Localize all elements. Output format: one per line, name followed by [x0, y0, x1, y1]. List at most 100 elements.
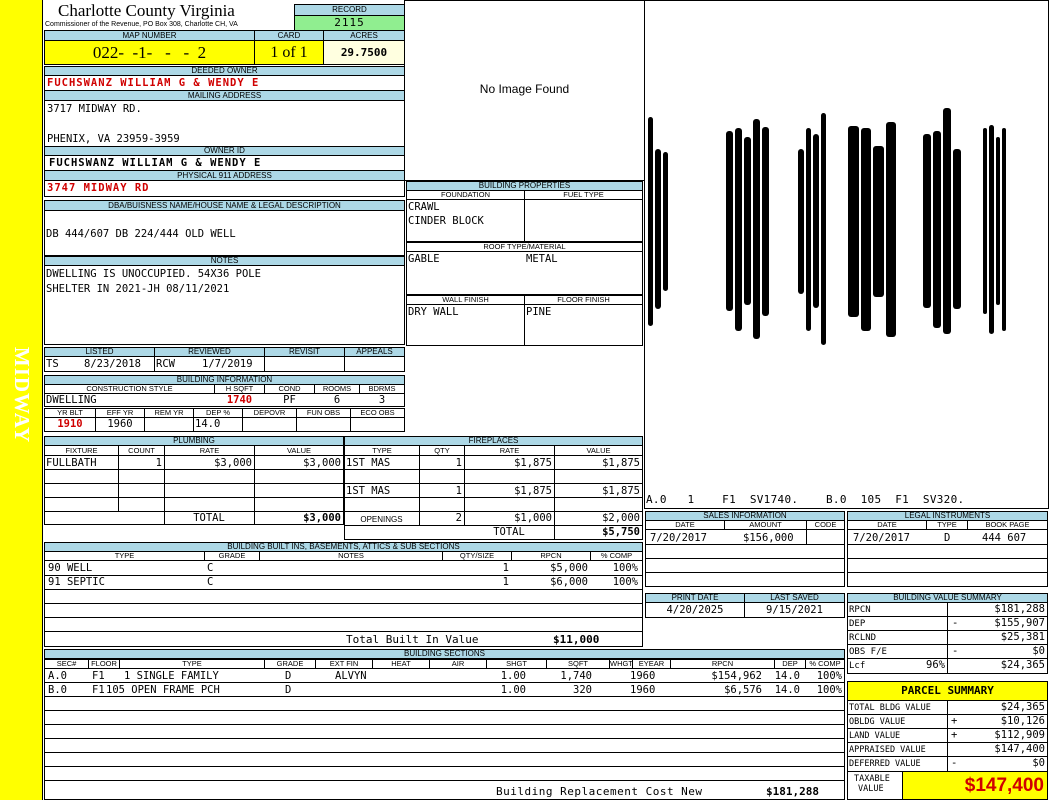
- bs-row1-comp: 100%: [816, 670, 842, 682]
- rooms-value: 6: [333, 394, 341, 406]
- vs-rclnd-value: $25,381: [1000, 631, 1045, 643]
- print-date-value: 4/20/2025: [666, 604, 724, 616]
- last-saved-value: 9/15/2021: [766, 604, 823, 616]
- bi-row2-grade: C: [207, 576, 214, 588]
- sketch-stroke: [735, 128, 742, 331]
- sketch-stroke: [923, 134, 931, 308]
- construction-style-value: DWELLING: [46, 394, 97, 406]
- sketch-stroke: [753, 119, 760, 339]
- bs-row-line: [44, 766, 845, 767]
- hsqft-value: 1740: [226, 394, 253, 406]
- ps-appraised-value: $147,400: [994, 743, 1045, 755]
- ps-land-label: LAND VALUE: [849, 731, 901, 741]
- legal-value: DB 444/607 DB 224/444 OLD WELL: [46, 228, 236, 240]
- vs-dep-value: $155,907: [994, 617, 1045, 629]
- vs-lcf-value: $24,365: [1000, 659, 1045, 671]
- map-number-value: 022- -1- - - 2: [44, 40, 255, 65]
- sketch-caption: A.0 1 F1 SV1740. B.0 105 F1 SV320.: [646, 493, 965, 506]
- bi-row1-rpcn: $5,000: [550, 562, 588, 574]
- fp-openings-qty: 2: [455, 512, 462, 524]
- li-type: D: [944, 532, 951, 544]
- bs-row2-sec: B.0: [48, 684, 67, 696]
- eff-yr-value: 1960: [107, 418, 133, 430]
- sketch-stroke: [798, 149, 804, 294]
- bi-row1-grade: C: [207, 562, 214, 574]
- sketch-stroke: [662, 152, 668, 291]
- reviewed-by: RCW: [156, 358, 175, 370]
- fp-row2-type: 1ST MAS: [346, 485, 391, 497]
- bs-row1-sec: A.0: [48, 670, 67, 682]
- bs-row2-type: 105 OPEN FRAME PCH: [106, 684, 220, 696]
- listed-date: 8/23/2018: [84, 358, 141, 370]
- no-image-text: No Image Found: [479, 82, 570, 96]
- replacement-cost-label: Building Replacement Cost New: [496, 785, 703, 798]
- vs-lcf-pct: 96%: [926, 659, 945, 671]
- revisit-box: [264, 356, 345, 372]
- sketch-stroke: [805, 128, 811, 331]
- appeals-box: [344, 356, 405, 372]
- roof-box: [406, 251, 643, 295]
- bi-row1-type: 90 WELL: [48, 562, 93, 574]
- sketch-stroke: [989, 125, 994, 334]
- sketch-stroke: [648, 117, 654, 326]
- li-date: 7/20/2017: [853, 532, 910, 544]
- li-book: 444 607: [982, 532, 1027, 544]
- bs-row1-eyear: 1960: [630, 670, 656, 682]
- fp-row1-type: 1ST MAS: [346, 457, 391, 469]
- plumbing-value: $3,000: [303, 457, 341, 469]
- physical-address-value: 3747 MIDWAY RD: [44, 180, 405, 197]
- sketch-stroke: [953, 149, 961, 309]
- bi-total: $11,000: [553, 633, 600, 646]
- bs-row1-type: 1 SINGLE FAMILY: [124, 670, 219, 682]
- sales-amount: $156,000: [743, 532, 794, 544]
- ps-deferred-label: DEFERRED VALUE: [849, 759, 921, 769]
- side-bar: MIDWAY: [0, 0, 43, 800]
- sketch-stroke: [726, 131, 733, 311]
- ps-total-bldg-label: TOTAL BLDG VALUE: [849, 703, 931, 713]
- plumbing-fixture: FULLBATH: [46, 457, 97, 469]
- sketch-stroke: [655, 149, 661, 309]
- acres-value: 29.7500: [323, 40, 405, 65]
- county-name: Charlotte County Virginia: [58, 1, 235, 20]
- vs-lcf-label: Lcf: [849, 661, 866, 671]
- bs-row2-grade: D: [285, 684, 292, 696]
- fp-row2-qty: 1: [455, 485, 462, 497]
- ps-obldg-value: $10,126: [1000, 715, 1045, 727]
- sketch-stroke: [983, 128, 988, 314]
- bs-row1-shgt: 1.00: [500, 670, 526, 682]
- roof-type-value: GABLE: [408, 253, 440, 265]
- sketch-stroke: [1001, 128, 1006, 331]
- side-label: MIDWAY: [10, 346, 34, 444]
- bi-row2-qty: 1: [502, 576, 509, 588]
- plumbing-count: 1: [155, 457, 162, 469]
- fp-total: $5,750: [602, 526, 640, 538]
- bs-row1-floor: F1: [92, 670, 105, 682]
- bs-row2-comp: 100%: [816, 684, 842, 696]
- taxable-value: $147,400: [902, 771, 1048, 800]
- bs-row1-dep: 14.0: [774, 670, 800, 682]
- sketch-drawing: [648, 80, 1008, 370]
- fp-openings-label: OPENINGS: [360, 515, 403, 524]
- plumbing-total: $3,000: [303, 512, 341, 524]
- bs-row2-floor: F1: [92, 684, 105, 696]
- fp-total-label: TOTAL: [493, 526, 525, 538]
- ps-deferred-value: $0: [1032, 757, 1045, 769]
- taxable-label-1: TAXABLE: [854, 774, 890, 784]
- vs-rpcn-label: RPCN: [849, 605, 871, 615]
- fp-openings-rate: $1,000: [514, 512, 552, 524]
- bs-row1-ext: ALVYN: [335, 670, 367, 682]
- ps-appraised-label: APPRAISED VALUE: [849, 745, 926, 755]
- listed-by: TS: [46, 358, 59, 370]
- fuel-box: [524, 199, 643, 242]
- ps-land-value: $112,909: [994, 729, 1045, 741]
- bs-row-line: [44, 710, 845, 711]
- sketch-stroke: [744, 137, 751, 305]
- sketch-stroke: [943, 108, 951, 334]
- replacement-cost-row: [45, 783, 844, 799]
- vs-rclnd-label: RCLND: [849, 633, 877, 643]
- bdrms-value: 3: [378, 394, 386, 406]
- sketch-stroke: [813, 134, 819, 308]
- vs-rpcn-value: $181,288: [994, 603, 1045, 615]
- yr-blt-value: 1910: [57, 418, 83, 430]
- taxable-label-2: VALUE: [858, 784, 884, 794]
